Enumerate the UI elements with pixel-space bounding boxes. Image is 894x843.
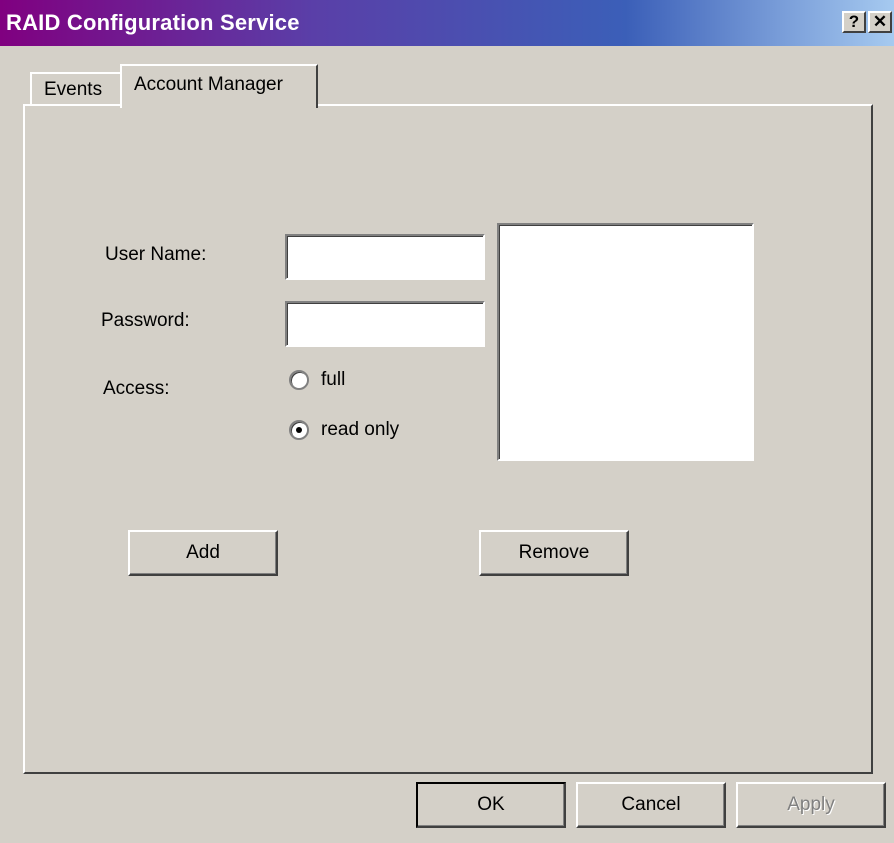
- accounts-listbox[interactable]: [497, 223, 754, 461]
- apply-button[interactable]: Apply: [736, 782, 886, 828]
- user-name-input[interactable]: [285, 234, 485, 280]
- help-icon[interactable]: ?: [842, 11, 866, 33]
- add-button[interactable]: Add: [128, 530, 278, 576]
- password-input[interactable]: [285, 301, 485, 347]
- tab-events-label: Events: [44, 79, 103, 100]
- title-bar[interactable]: RAID Configuration Service ? ✕: [0, 0, 894, 46]
- close-icon[interactable]: ✕: [868, 11, 892, 33]
- tab-events[interactable]: Events: [30, 72, 122, 106]
- access-read-only-option[interactable]: read only: [289, 419, 399, 441]
- tab-account-manager-label: Account Manager: [134, 74, 283, 95]
- ok-button[interactable]: OK: [416, 782, 566, 828]
- dialog-window: RAID Configuration Service ? ✕ Events Ac…: [0, 0, 894, 843]
- access-read-only-radio[interactable]: [289, 420, 309, 440]
- window-title: RAID Configuration Service: [6, 10, 300, 35]
- access-full-radio[interactable]: [289, 370, 309, 390]
- password-label: Password:: [101, 310, 190, 331]
- user-name-label: User Name:: [105, 244, 207, 265]
- access-label: Access:: [103, 378, 170, 399]
- cancel-button[interactable]: Cancel: [576, 782, 726, 828]
- tab-account-manager[interactable]: Account Manager: [120, 64, 318, 108]
- access-full-label: full: [321, 369, 346, 390]
- remove-button[interactable]: Remove: [479, 530, 629, 576]
- access-full-option[interactable]: full: [289, 369, 345, 391]
- access-read-only-label: read only: [321, 419, 400, 440]
